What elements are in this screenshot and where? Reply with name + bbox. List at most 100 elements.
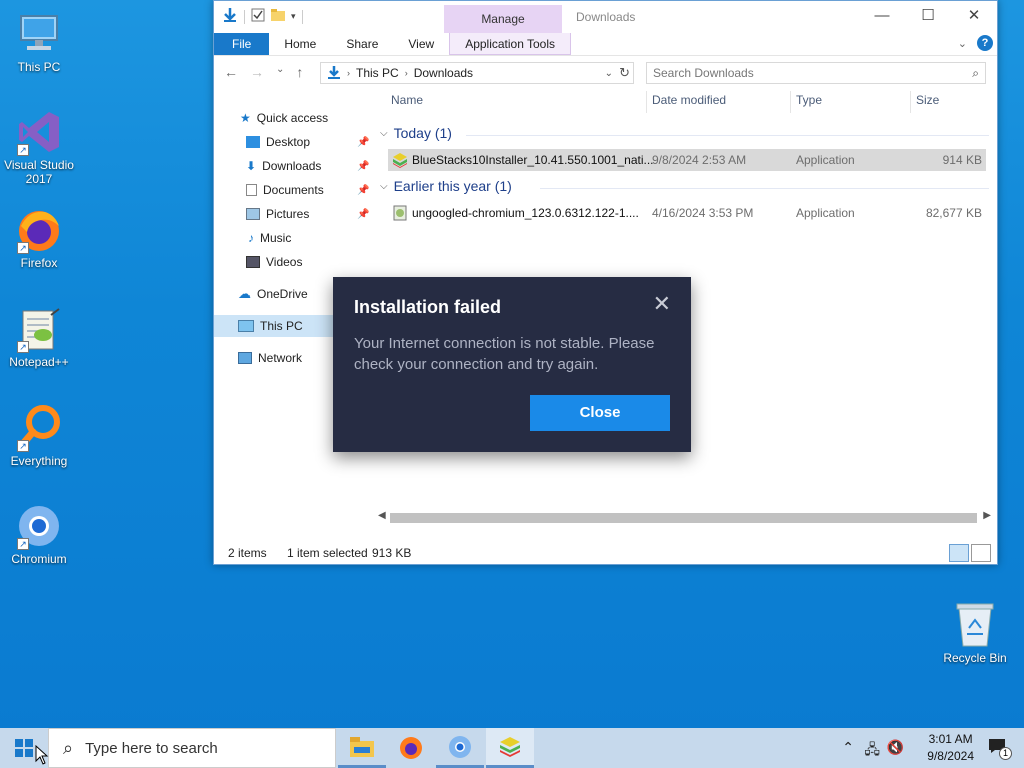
refresh-icon[interactable]: ↻: [619, 65, 630, 81]
up-arrow-icon[interactable]: ↑: [296, 64, 303, 80]
file-explorer-icon: [350, 736, 374, 757]
manage-contextual-tab[interactable]: Manage: [444, 5, 562, 33]
desktop-icon-label: This PC: [17, 60, 61, 74]
chevron-down-icon: ⌵: [380, 180, 388, 192]
file-size: 914 KB: [942, 153, 982, 167]
file-row-bluestacks[interactable]: BlueStacks10Installer_10.41.550.1001_nat…: [388, 149, 986, 171]
firefox-icon: ↗: [15, 206, 63, 254]
customize-qat-icon[interactable]: ▾: [291, 11, 296, 22]
taskbar-bluestacks[interactable]: [486, 728, 534, 768]
desktop-icon-firefox[interactable]: ↗ Firefox: [0, 206, 78, 270]
taskbar-file-explorer[interactable]: [338, 728, 386, 768]
maximize-button[interactable]: ☐: [905, 1, 951, 31]
installation-failed-dialog: Installation failed ✕ Your Internet conn…: [333, 277, 691, 452]
column-header-size[interactable]: Size: [916, 93, 939, 107]
large-icons-view-button[interactable]: [971, 544, 991, 562]
window-controls: — ☐ ✕: [859, 1, 997, 31]
view-toggle: [949, 544, 991, 562]
column-divider[interactable]: [646, 91, 647, 113]
notification-center-icon[interactable]: 1: [988, 738, 1012, 760]
column-header-type[interactable]: Type: [796, 93, 822, 107]
pin-icon[interactable]: 📌: [357, 209, 369, 220]
pin-icon[interactable]: 📌: [357, 161, 369, 172]
taskbar-search-input[interactable]: ⌕ Type here to search: [48, 728, 336, 768]
nav-item-label: Network: [258, 351, 303, 365]
shortcut-arrow-icon: ↗: [17, 440, 29, 452]
dialog-message: Your Internet connection is not stable. …: [354, 335, 655, 373]
tab-share[interactable]: Share: [331, 33, 393, 55]
new-folder-icon[interactable]: [271, 9, 285, 24]
documents-icon: [246, 184, 257, 196]
volume-muted-icon[interactable]: 🔇: [887, 739, 904, 756]
help-icon[interactable]: ?: [977, 35, 993, 51]
close-window-button[interactable]: ✕: [951, 1, 997, 31]
download-arrow-icon: [327, 65, 341, 82]
desktop-icon-recycle-bin[interactable]: Recycle Bin: [940, 600, 1010, 665]
taskbar-firefox[interactable]: [387, 728, 435, 768]
desktop-icon-everything[interactable]: ↗ Everything: [0, 404, 78, 468]
nav-item-documents[interactable]: Documents 📌: [214, 179, 369, 201]
breadcrumb-downloads[interactable]: Downloads: [414, 66, 473, 80]
pin-icon[interactable]: 📌: [357, 137, 369, 148]
recent-locations-icon[interactable]: ⌄: [276, 64, 284, 80]
group-header-earlier-this-year[interactable]: ⌵ Earlier this year (1): [380, 178, 512, 194]
breadcrumb-separator-icon[interactable]: ›: [405, 68, 408, 78]
scroll-left-icon[interactable]: ◀: [378, 510, 386, 521]
nav-item-videos[interactable]: Videos: [214, 251, 354, 273]
window-title: Downloads: [576, 10, 636, 24]
tab-home[interactable]: Home: [269, 33, 331, 55]
nav-item-quick-access[interactable]: ★ Quick access: [214, 107, 354, 129]
expand-ribbon-icon[interactable]: ⌄: [958, 37, 967, 50]
nav-item-desktop[interactable]: Desktop 📌: [214, 131, 369, 153]
breadcrumb-separator-icon[interactable]: ›: [347, 68, 350, 78]
desktop-icon-this-pc[interactable]: This PC: [0, 10, 78, 74]
tab-file[interactable]: File: [214, 33, 270, 55]
close-button[interactable]: Close: [530, 395, 670, 431]
status-selection: 1 item selected: [287, 546, 368, 560]
group-header-today[interactable]: ⌵ Today (1): [380, 125, 452, 141]
address-bar[interactable]: › This PC › Downloads ⌄ ↻: [320, 62, 634, 84]
desktop-icon-label: Everything: [10, 454, 68, 468]
search-input[interactable]: Search Downloads ⌕: [646, 62, 986, 84]
file-row-ungoogled-chromium[interactable]: ungoogled-chromium_123.0.6312.122-1.... …: [388, 202, 986, 224]
properties-icon[interactable]: [251, 8, 265, 25]
system-clock[interactable]: 3:01 AM 9/8/2024: [927, 731, 974, 765]
pin-icon[interactable]: 📌: [357, 185, 369, 196]
bluestacks-app-icon: [500, 736, 520, 757]
minimize-button[interactable]: —: [859, 1, 905, 31]
desktop-icon-label: Visual Studio 2017: [4, 158, 74, 186]
file-size: 82,677 KB: [925, 206, 982, 220]
details-view-button[interactable]: [949, 544, 969, 562]
desktop-icon-notepadpp[interactable]: ↗ Notepad++: [0, 305, 78, 369]
title-bar: ▾ Manage Downloads — ☐ ✕: [214, 1, 997, 33]
show-hidden-icons-icon[interactable]: ⌃: [842, 739, 854, 756]
nav-item-label: Music: [260, 231, 292, 245]
network-status-icon[interactable]: 🖧: [864, 739, 880, 763]
column-header-name[interactable]: Name: [391, 93, 423, 107]
scrollbar-thumb[interactable]: [390, 513, 977, 523]
download-arrow-icon[interactable]: [222, 7, 238, 26]
address-dropdown-icon[interactable]: ⌄: [605, 68, 613, 79]
nav-item-pictures[interactable]: Pictures 📌: [214, 203, 369, 225]
back-arrow-icon[interactable]: ←: [224, 64, 238, 80]
column-divider[interactable]: [910, 91, 911, 113]
file-name: BlueStacks10Installer_10.41.550.1001_nat…: [412, 153, 654, 167]
taskbar-chromium[interactable]: [436, 728, 484, 768]
file-type: Application: [796, 206, 855, 220]
scroll-right-icon[interactable]: ▶: [983, 510, 991, 521]
breadcrumb-this-pc[interactable]: This PC: [356, 66, 399, 80]
ribbon-tabs: File Home Share View Application Tools ⌄…: [214, 33, 997, 55]
tab-view[interactable]: View: [393, 33, 449, 55]
horizontal-scrollbar[interactable]: ◀ ▶: [374, 510, 993, 524]
tab-application-tools[interactable]: Application Tools: [449, 33, 572, 55]
quick-access-toolbar: ▾: [222, 7, 303, 26]
nav-item-downloads[interactable]: ⬇ Downloads 📌: [214, 155, 369, 177]
desktop-icon-visual-studio[interactable]: ↗ Visual Studio 2017: [0, 108, 78, 186]
column-header-date[interactable]: Date modified: [652, 93, 726, 107]
nav-item-music[interactable]: ♪ Music: [214, 227, 354, 249]
shortcut-arrow-icon: ↗: [17, 341, 29, 353]
forward-arrow-icon[interactable]: →: [250, 64, 264, 80]
column-divider[interactable]: [790, 91, 791, 113]
desktop-icon-chromium[interactable]: ↗ Chromium: [0, 502, 78, 566]
close-icon[interactable]: ✕: [653, 291, 671, 317]
